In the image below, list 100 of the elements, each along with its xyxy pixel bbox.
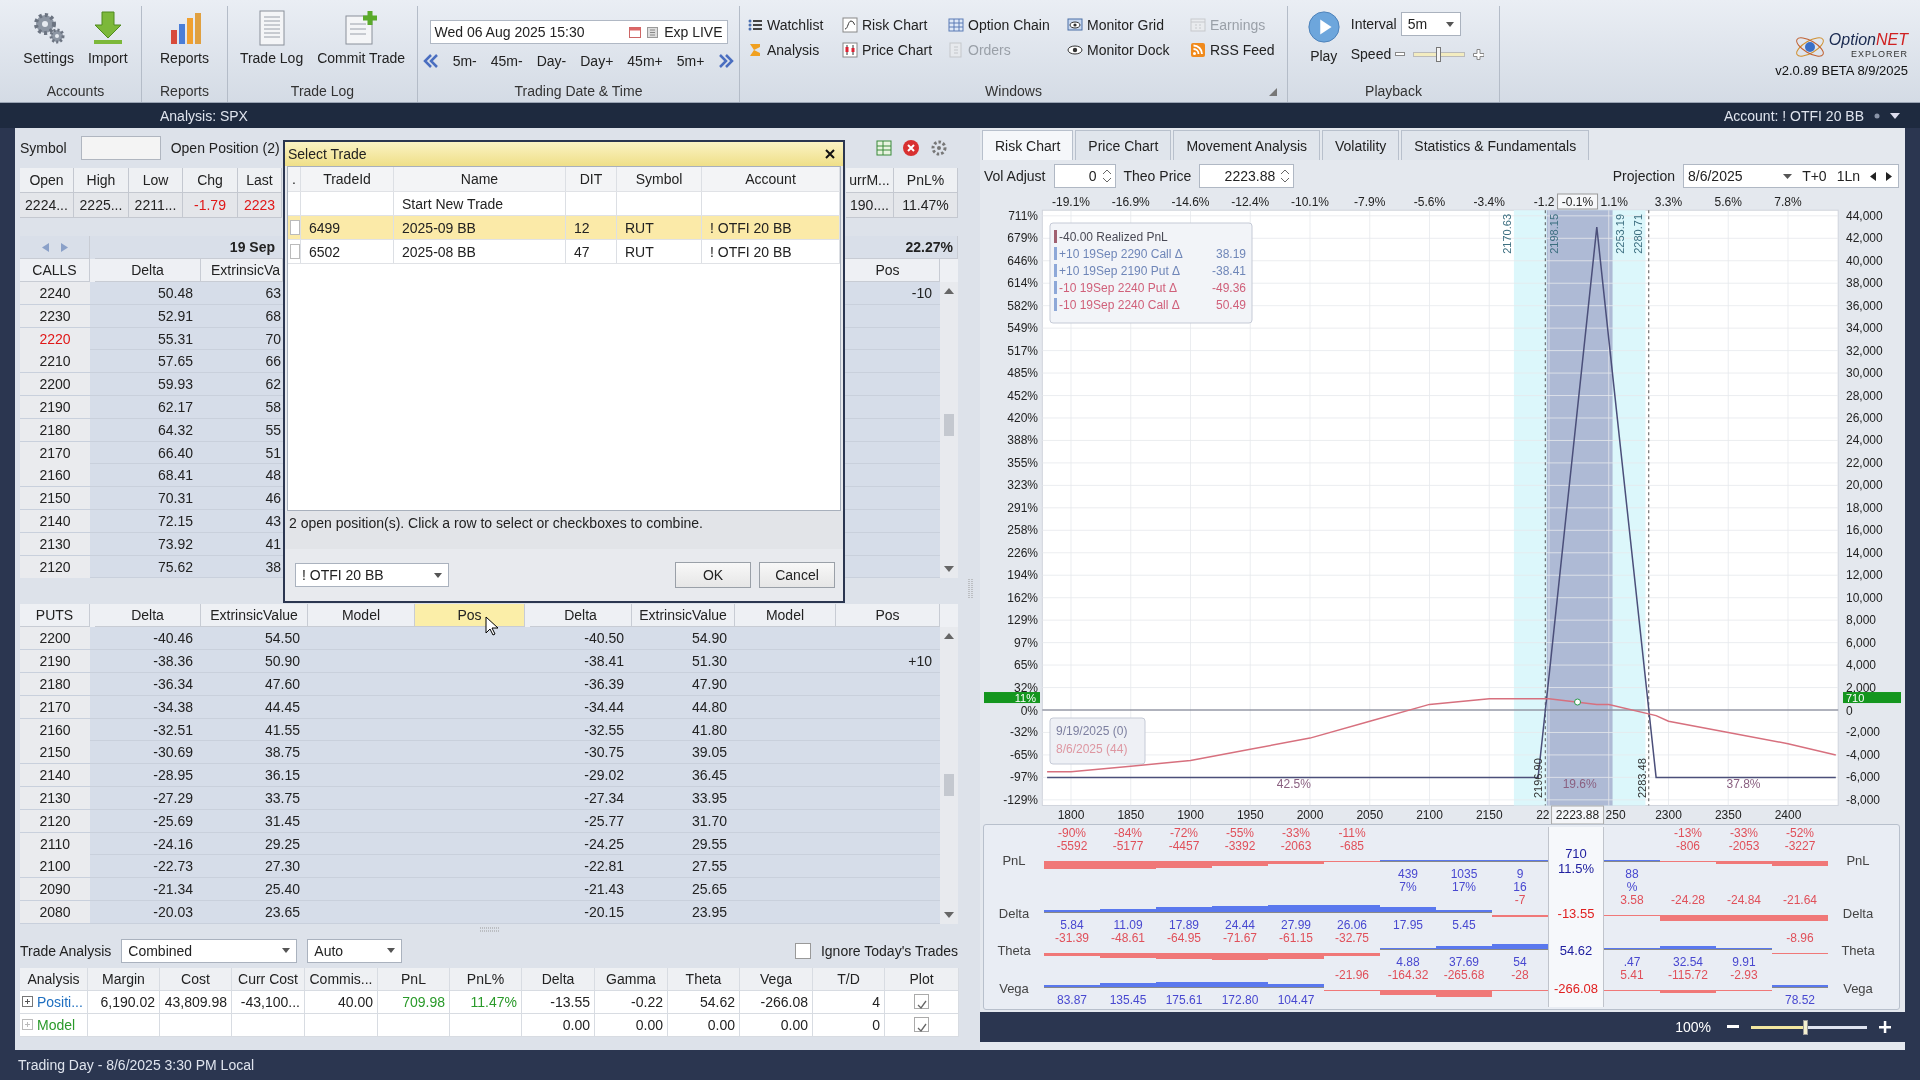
time-step-button[interactable]: 5m+ bbox=[676, 53, 705, 69]
time-step-button[interactable]: Day- bbox=[536, 53, 567, 69]
grip-icon[interactable] bbox=[479, 927, 501, 933]
time-step-button[interactable]: Day+ bbox=[580, 53, 614, 69]
table-cell-text: 41 bbox=[264, 534, 282, 554]
expiry-button[interactable]: Exp LIVE bbox=[664, 24, 723, 40]
greek-value: 26.06 bbox=[1337, 918, 1367, 932]
close-icon[interactable] bbox=[825, 149, 835, 159]
row-name[interactable]: Positi... bbox=[37, 990, 83, 1013]
plus-icon[interactable] bbox=[1879, 1021, 1891, 1033]
double-right-arrow-icon[interactable] bbox=[718, 53, 735, 69]
caret-icon[interactable] bbox=[1783, 173, 1793, 179]
time-step-button[interactable]: 45m+ bbox=[627, 53, 663, 69]
window-button[interactable]: Risk Chart bbox=[842, 12, 948, 37]
settings-button[interactable]: Settings bbox=[19, 6, 78, 80]
play-button[interactable]: Play bbox=[1302, 6, 1345, 80]
version-text: v2.0.89 BETA 8/9/2025 bbox=[1775, 62, 1908, 78]
open-position-tab[interactable]: Open Position (2) bbox=[170, 140, 280, 156]
up-arrow-icon[interactable] bbox=[944, 288, 954, 294]
theo-price-spinner[interactable]: 2223.88 bbox=[1199, 164, 1295, 188]
column-header[interactable]: Pos bbox=[415, 604, 525, 628]
vol-adjust-spinner[interactable]: 0 bbox=[1053, 164, 1116, 188]
table-cell-text: 31.45 bbox=[263, 811, 301, 831]
tab[interactable]: Movement Analysis bbox=[1173, 130, 1320, 160]
trade-log-button[interactable]: Trade Log bbox=[235, 6, 308, 80]
trade-row[interactable]: 6499 2025-09 BB 12 RUT ! OTFI 20 BB bbox=[288, 216, 840, 240]
scale-dropdown[interactable]: Auto bbox=[307, 938, 403, 963]
double-left-arrow-icon[interactable] bbox=[422, 53, 439, 69]
tab[interactable]: Statistics & Fundamentals bbox=[1401, 130, 1590, 160]
plot-checkbox[interactable] bbox=[914, 994, 929, 1010]
checkbox-label[interactable]: Ignore Today's Trades bbox=[820, 942, 958, 959]
window-button[interactable]: Monitor Grid bbox=[1067, 12, 1190, 37]
reports-button[interactable]: Reports bbox=[156, 6, 213, 80]
greek-value: 4.88 bbox=[1396, 956, 1420, 970]
left-arrow-icon[interactable] bbox=[1870, 171, 1876, 181]
column-header: Commis... bbox=[305, 967, 378, 990]
caret-icon[interactable] bbox=[1890, 112, 1900, 119]
lines-label[interactable]: 1Ln bbox=[1836, 168, 1860, 184]
checkbox[interactable] bbox=[794, 942, 811, 959]
plot-checkbox[interactable] bbox=[914, 1017, 929, 1033]
scroll-thumb[interactable] bbox=[944, 774, 954, 797]
tab[interactable]: Risk Chart bbox=[982, 130, 1074, 160]
window-button[interactable]: Analysis bbox=[747, 37, 842, 62]
offset-label[interactable]: T+0 bbox=[1802, 168, 1827, 184]
window-button[interactable]: Monitor Dock bbox=[1067, 37, 1190, 62]
strike-cell: 2140 bbox=[20, 509, 90, 532]
axis-label: -19.1% bbox=[1052, 195, 1090, 209]
grid-icon[interactable] bbox=[647, 26, 659, 38]
commit-trade-button[interactable]: Commit Trade bbox=[313, 6, 410, 80]
projection-date-field[interactable]: 8/6/2025 bbox=[1688, 168, 1774, 184]
table-cell: 190.... bbox=[846, 193, 894, 218]
speed-slider[interactable] bbox=[1413, 46, 1466, 62]
date-time-field[interactable]: Wed 06 Aug 2025 15:30 bbox=[434, 24, 624, 40]
greek-value: -64.95 bbox=[1167, 931, 1201, 945]
up-arrow-icon[interactable] bbox=[944, 633, 954, 640]
settings-icon[interactable] bbox=[930, 139, 948, 157]
axis-label: 2150 bbox=[1475, 808, 1503, 822]
greek-value: -5177 bbox=[1112, 840, 1144, 854]
document-tab[interactable]: Analysis: SPX bbox=[160, 107, 1714, 124]
speed-label: Speed bbox=[1350, 46, 1392, 62]
calendar-icon[interactable] bbox=[629, 26, 642, 38]
scrollbar[interactable] bbox=[940, 282, 958, 579]
time-step-button[interactable]: 5m- bbox=[452, 53, 477, 69]
interval-dropdown[interactable]: 5m bbox=[1400, 12, 1461, 36]
spreadsheet-icon[interactable] bbox=[876, 140, 892, 156]
ok-button[interactable]: OK bbox=[675, 562, 751, 588]
right-arrow-icon[interactable] bbox=[1886, 171, 1892, 181]
scroll-thumb[interactable] bbox=[944, 414, 954, 436]
window-button[interactable]: Watchlist bbox=[747, 12, 842, 37]
down-arrow-icon[interactable] bbox=[944, 911, 954, 918]
grip-icon[interactable] bbox=[967, 578, 973, 600]
slider-thumb[interactable] bbox=[1436, 46, 1442, 62]
down-arrow-icon[interactable] bbox=[944, 566, 954, 573]
time-step-button[interactable]: 45m- bbox=[490, 53, 523, 69]
symbol-field[interactable] bbox=[80, 136, 161, 160]
axis-label: 2050 bbox=[1356, 808, 1384, 822]
minus-icon[interactable] bbox=[1727, 1025, 1739, 1029]
cancel-button[interactable]: Cancel bbox=[759, 562, 835, 588]
scrollbar[interactable] bbox=[940, 627, 958, 924]
account-dropdown[interactable]: ! OTFI 20 BB bbox=[295, 563, 449, 587]
window-button[interactable]: Option Chain bbox=[948, 12, 1067, 37]
strike-cell: 2130 bbox=[20, 786, 90, 809]
tab[interactable]: Price Chart bbox=[1075, 130, 1172, 160]
tab[interactable]: Volatility bbox=[1322, 130, 1400, 160]
checkbox[interactable] bbox=[290, 220, 300, 235]
import-button[interactable]: Import bbox=[83, 6, 132, 80]
window-button[interactable]: Price Chart bbox=[842, 37, 948, 62]
axis-label: 8,000 bbox=[1846, 613, 1877, 628]
expand-icon[interactable] bbox=[22, 996, 33, 1008]
table-cell-text: 52.91 bbox=[156, 306, 194, 326]
trade-row[interactable]: 6502 2025-08 BB 47 RUT ! OTFI 20 BB bbox=[288, 240, 840, 264]
slider-thumb[interactable] bbox=[1802, 1019, 1808, 1035]
checkbox[interactable] bbox=[290, 244, 300, 259]
table-cell-text: 33.95 bbox=[690, 788, 728, 808]
row-name[interactable]: Model bbox=[37, 1013, 76, 1036]
window-button[interactable]: RSS Feed bbox=[1190, 37, 1280, 62]
dialog-launcher-icon[interactable] bbox=[1269, 88, 1277, 96]
mode-dropdown[interactable]: Combined bbox=[121, 938, 298, 963]
zoom-slider[interactable] bbox=[1751, 1019, 1867, 1035]
table-cell: Start New Trade bbox=[394, 192, 566, 215]
